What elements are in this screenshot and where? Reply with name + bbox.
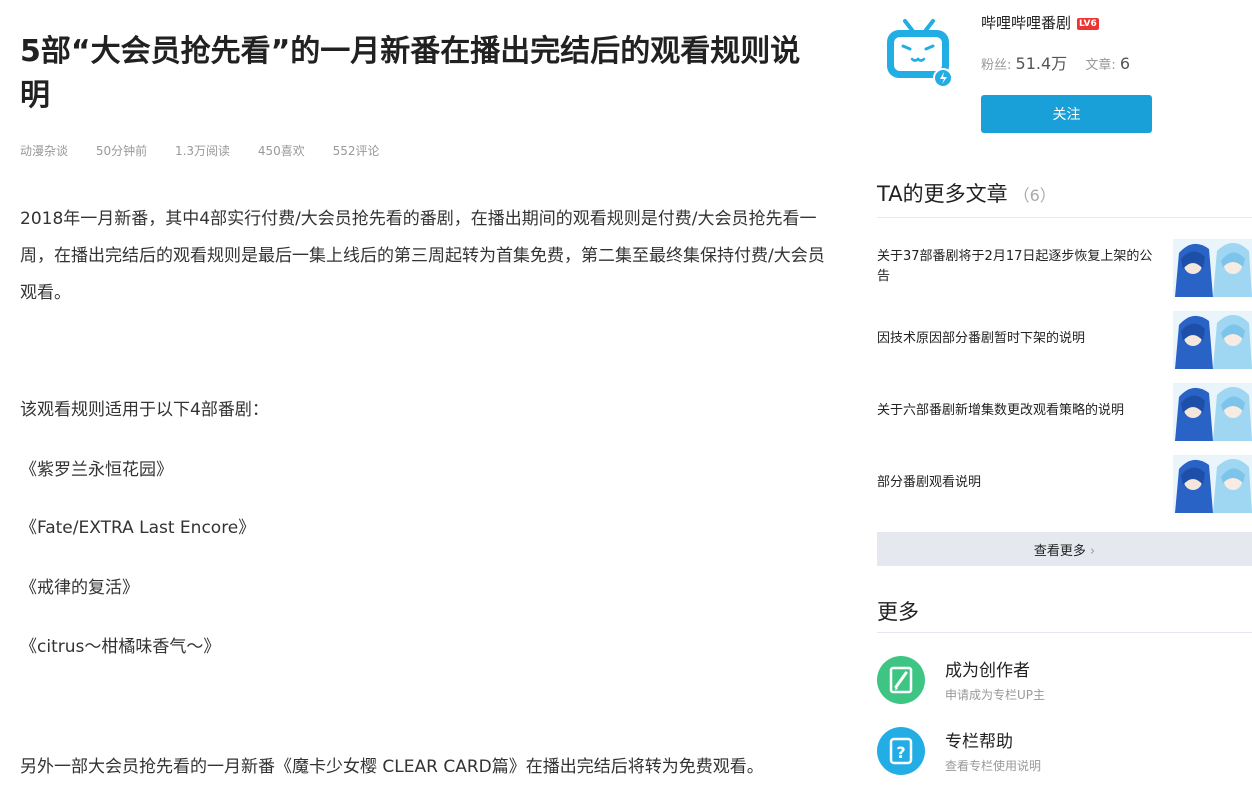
article-list-item[interactable]: 关于37部番剧将于2月17日起逐步恢复上架的公告 bbox=[877, 237, 1252, 297]
meta-category[interactable]: 动漫杂谈 bbox=[20, 144, 68, 158]
anime-characters-thumbnail[interactable] bbox=[1173, 311, 1252, 369]
article-list-title[interactable]: 关于37部番剧将于2月17日起逐步恢复上架的公告 bbox=[877, 237, 1162, 297]
fans-count: 51.4万 bbox=[1015, 54, 1068, 73]
article-list-title[interactable]: 部分番剧观看说明 bbox=[877, 453, 1162, 513]
view-more-label: 查看更多 bbox=[1033, 543, 1086, 559]
anime-characters-thumbnail[interactable] bbox=[1173, 455, 1252, 513]
more-section-title: 更多 bbox=[877, 600, 919, 624]
column-help-title[interactable]: 专栏帮助 bbox=[945, 727, 1013, 752]
chevron-right-icon: › bbox=[1089, 543, 1096, 559]
more-articles-heading: TA的更多文章 （6） bbox=[877, 178, 1056, 208]
avatar[interactable] bbox=[883, 16, 955, 88]
article-paragraph: 另外一部大会员抢先看的一月新番《魔卡少女樱 CLEAR CARD篇》在播出完结后… bbox=[20, 757, 764, 777]
anime-title: 《Fate/EXTRA Last Encore》 bbox=[20, 518, 256, 538]
up-name[interactable]: 哔哩哔哩番剧 bbox=[981, 14, 1071, 32]
anime-characters-thumbnail[interactable] bbox=[1173, 239, 1252, 297]
meta-comments[interactable]: 552评论 bbox=[333, 144, 380, 158]
column-help-item[interactable]: ? 专栏帮助 查看专栏使用说明 bbox=[877, 727, 1252, 783]
more-articles-count: （6） bbox=[1013, 186, 1056, 205]
anime-title: 《戒律的复活》 bbox=[20, 578, 139, 598]
article-list-item[interactable]: 因技术原因部分番剧暂时下架的说明 bbox=[877, 309, 1252, 369]
become-creator-item[interactable]: 成为创作者 申请成为专栏UP主 bbox=[877, 656, 1252, 712]
meta-time: 50分钟前 bbox=[95, 144, 148, 158]
more-articles-title: TA的更多文章 bbox=[877, 182, 1008, 206]
article-paragraph: 2018年一月新番，其中4部实行付费/大会员抢先看的番剧，在播出期间的观看规则是… bbox=[20, 209, 825, 303]
anime-title: 《紫罗兰永恒花园》 bbox=[20, 460, 173, 480]
become-creator-title[interactable]: 成为创作者 bbox=[945, 656, 1030, 681]
view-more-button[interactable]: 查看更多 › bbox=[877, 532, 1252, 566]
articles-label: 文章: bbox=[1085, 58, 1116, 73]
divider bbox=[877, 217, 1252, 218]
article-title: 5部“大会员抢先看”的一月新番在播出完结后的观看规则说明 bbox=[20, 34, 801, 113]
divider bbox=[877, 632, 1252, 633]
meta-reads: 1.3万阅读 bbox=[174, 144, 231, 158]
up-name-row: 哔哩哔哩番剧 LV6 bbox=[981, 12, 1099, 33]
column-help-subtitle: 查看专栏使用说明 bbox=[945, 759, 1042, 773]
sidebar: 哔哩哔哩番剧 LV6 粉丝: 51.4万 文章: 6 关注 TA的更多文章 （6） … bbox=[877, 0, 1252, 811]
articles-count: 6 bbox=[1119, 54, 1131, 73]
tv-mascot-icon bbox=[887, 19, 953, 88]
anime-title: 《citrus～柑橘味香气～》 bbox=[20, 637, 221, 657]
up-stats: 粉丝: 51.4万 文章: 6 bbox=[981, 50, 1130, 74]
article-list-title[interactable]: 关于六部番剧新增集数更改观看策略的说明 bbox=[877, 381, 1162, 441]
anime-characters-thumbnail[interactable] bbox=[1173, 383, 1252, 441]
fans-label: 粉丝: bbox=[981, 58, 1012, 73]
become-creator-subtitle: 申请成为专栏UP主 bbox=[945, 688, 1046, 702]
follow-button[interactable]: 关注 bbox=[981, 95, 1152, 133]
pen-icon bbox=[877, 656, 925, 704]
article-paragraph: 该观看规则适用于以下4部番剧： bbox=[20, 400, 269, 420]
article-meta: 动漫杂谈 50分钟前 1.3万阅读 450喜欢 552评论 bbox=[20, 142, 404, 159]
meta-likes: 450喜欢 bbox=[257, 144, 305, 158]
level-badge: LV6 bbox=[1077, 17, 1099, 30]
article-list-item[interactable]: 部分番剧观看说明 bbox=[877, 453, 1252, 513]
help-icon: ? bbox=[877, 727, 925, 775]
article-list-title[interactable]: 因技术原因部分番剧暂时下架的说明 bbox=[877, 309, 1162, 369]
svg-text:?: ? bbox=[896, 743, 905, 762]
article-list-item[interactable]: 关于六部番剧新增集数更改观看策略的说明 bbox=[877, 381, 1252, 441]
